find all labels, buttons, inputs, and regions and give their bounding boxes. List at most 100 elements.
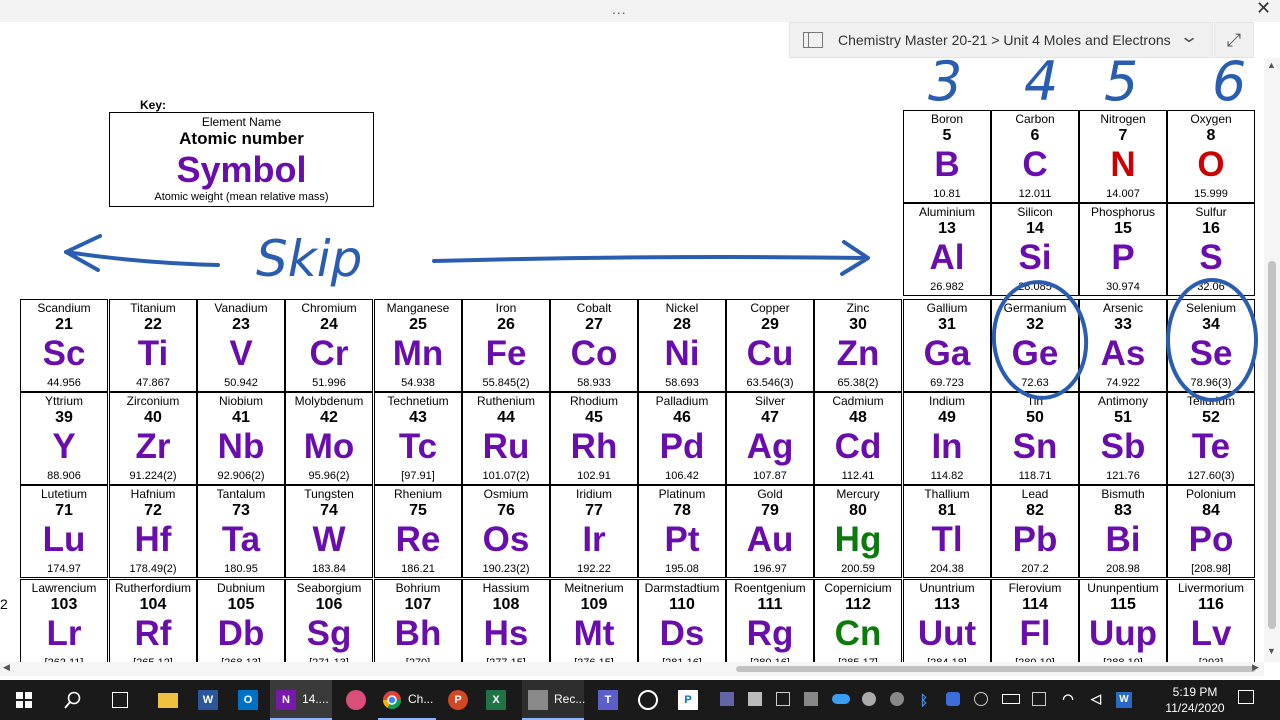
element-cell: Silicon 14 Si 28.085	[991, 203, 1079, 296]
app-tray-icon[interactable]	[804, 692, 818, 706]
element-symbol: Hg	[834, 520, 882, 559]
close-icon[interactable]: ✕	[1256, 0, 1271, 19]
element-cell: Nitrogen 7 N 14.007	[1079, 110, 1167, 203]
element-name: Copper	[750, 301, 790, 315]
atomic-number: 22	[144, 316, 162, 333]
atomic-weight: 58.933	[577, 377, 611, 389]
atomic-weight: 190.23(2)	[482, 563, 530, 575]
element-symbol: Uut	[917, 614, 977, 653]
clock[interactable]: 5:19 PM 11/24/2020	[1150, 684, 1240, 716]
wifi-icon[interactable]: ◠	[1060, 692, 1076, 706]
h-scrollbar-thumb[interactable]	[736, 666, 1256, 672]
app-tray-icon[interactable]	[776, 692, 790, 706]
word-tray-icon[interactable]: W	[1116, 692, 1132, 708]
notification-icon[interactable]	[1238, 690, 1254, 704]
chevron-down-icon[interactable]: ⌄	[1179, 27, 1199, 47]
element-symbol: Sn	[1012, 427, 1058, 466]
vertical-scrollbar[interactable]: ▲ ▼	[1264, 58, 1280, 662]
atomic-number: 46	[673, 409, 691, 426]
excel-button[interactable]: X	[480, 680, 512, 720]
atomic-weight: 63.546(3)	[746, 377, 794, 389]
atomic-number: 80	[849, 502, 867, 519]
element-symbol: Rh	[570, 427, 618, 466]
atomic-number: 29	[761, 316, 779, 333]
app-tray-icon[interactable]	[748, 692, 762, 706]
snipping-tool-button[interactable]	[340, 680, 372, 720]
taskbar: W O N 14.... Ch... P X Rec... T P ᛒ ◠ ◁ …	[0, 680, 1280, 720]
element-symbol: Fl	[1019, 614, 1051, 653]
element-cell: Gold 79 Au 196.97	[726, 485, 814, 578]
word-icon: W	[198, 690, 218, 710]
word-button[interactable]: W	[192, 680, 224, 720]
scrollbar-thumb[interactable]	[1268, 261, 1276, 629]
app-tray-icon[interactable]	[974, 692, 988, 706]
element-name: Ruthenium	[476, 394, 536, 408]
search-button[interactable]	[56, 680, 88, 720]
element-cell: Flerovium114Fl[289.19]	[991, 579, 1079, 662]
file-explorer-button[interactable]	[152, 680, 184, 720]
onenote-button[interactable]: N 14....	[270, 680, 332, 720]
app-tray-icon[interactable]	[890, 692, 904, 706]
element-name: Lawrencium	[31, 581, 97, 595]
element-symbol: Se	[1189, 334, 1233, 373]
element-cell: Manganese 25 Mn 54.938	[374, 299, 462, 392]
element-symbol: Ru	[482, 427, 530, 466]
atomic-weight: 54.938	[401, 377, 435, 389]
scroll-right-icon[interactable]: ▶	[1252, 662, 1259, 673]
powerpoint-button[interactable]: P	[442, 680, 474, 720]
element-name: Manganese	[386, 301, 450, 315]
atomic-weight: 92.906(2)	[217, 470, 265, 482]
element-cell: Rutherfordium104Rf[265.12]	[109, 579, 197, 662]
element-cell: Iridium 77 Ir 192.22	[550, 485, 638, 578]
atomic-weight: 196.97	[753, 563, 787, 575]
atomic-number: 113	[934, 596, 960, 613]
bluetooth-icon[interactable]: ᛒ	[918, 692, 930, 708]
task-view-button[interactable]	[104, 680, 136, 720]
atomic-weight: 74.922	[1106, 377, 1140, 389]
start-button[interactable]	[8, 680, 40, 720]
app-button[interactable]	[632, 680, 664, 720]
group-number-4: 4	[1024, 58, 1058, 113]
chrome-button[interactable]: Ch...	[378, 680, 436, 720]
element-cell: Lawrencium103Lr[262.11]	[20, 579, 108, 662]
element-cell: Arsenic 33 As 74.922	[1079, 299, 1167, 392]
element-name: Gold	[757, 487, 783, 501]
scroll-down-icon[interactable]: ▼	[1267, 646, 1276, 656]
onedrive-icon[interactable]	[832, 694, 850, 704]
network-drive-icon[interactable]	[862, 692, 876, 706]
recorder-icon	[528, 690, 548, 710]
element-name: Nitrogen	[1100, 112, 1146, 126]
element-name: Ununpentium	[1087, 581, 1159, 595]
app-tray-icon[interactable]	[946, 692, 960, 706]
element-name: Silicon	[1017, 205, 1053, 219]
breadcrumb[interactable]: Chemistry Master 20-21 > Unit 4 Moles an…	[789, 22, 1213, 58]
volume-icon[interactable]: ◁	[1088, 692, 1104, 706]
expand-icon[interactable]: ⤢	[1214, 22, 1254, 58]
atomic-number: 39	[55, 409, 73, 426]
element-symbol: Sc	[42, 334, 86, 373]
battery-icon[interactable]	[1002, 694, 1020, 704]
atomic-number: 40	[144, 409, 162, 426]
element-name: Platinum	[658, 487, 706, 501]
atomic-number: 41	[232, 409, 250, 426]
atomic-number: 31	[938, 316, 956, 333]
atomic-number: 51	[1114, 409, 1132, 426]
teams-button[interactable]: T	[592, 680, 624, 720]
atomic-number: 81	[938, 502, 956, 519]
element-name: Tungsten	[304, 487, 354, 501]
pdf-app-button[interactable]: P	[672, 680, 704, 720]
horizontal-scrollbar[interactable]: ◀ ▶	[0, 662, 1264, 676]
element-symbol: N	[1110, 145, 1136, 184]
element-symbol: C	[1022, 145, 1048, 184]
scroll-up-icon[interactable]: ▲	[1267, 60, 1276, 70]
recorder-button[interactable]: Rec...	[522, 680, 585, 720]
more-options-icon[interactable]: ...	[612, 1, 627, 17]
atomic-weight: 78.96(3)	[1190, 377, 1232, 389]
outlook-button[interactable]: O	[232, 680, 264, 720]
atomic-number: 74	[320, 502, 338, 519]
app-tray-icon[interactable]	[1032, 692, 1046, 706]
element-name: Cobalt	[576, 301, 612, 315]
scroll-left-icon[interactable]: ◀	[3, 662, 10, 673]
teams-tray-icon[interactable]	[720, 692, 734, 706]
element-symbol: Lv	[1190, 614, 1232, 653]
